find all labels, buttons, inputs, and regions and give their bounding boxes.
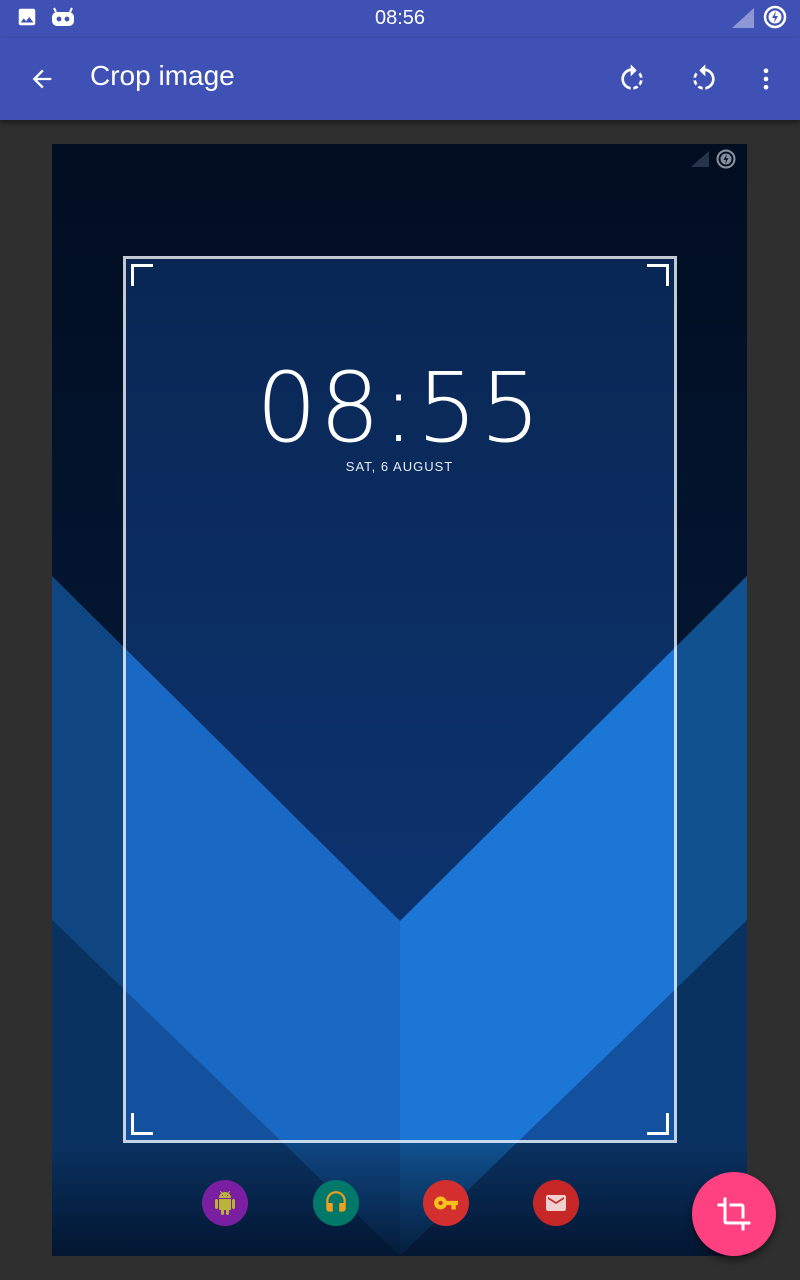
crop-handle-bottom-left[interactable] [131, 1113, 153, 1135]
back-button[interactable] [22, 59, 62, 99]
status-clock: 08:56 [374, 7, 426, 29]
rotate-right-button[interactable] [612, 59, 652, 99]
battery-charging-icon [762, 4, 788, 34]
signal-icon [691, 151, 709, 171]
battery-charging-icon [715, 148, 737, 174]
signal-icon [732, 8, 754, 32]
image-status-icons [691, 148, 737, 174]
crop-frame[interactable] [123, 256, 677, 1143]
crop-icon [717, 1197, 751, 1231]
app-bar: Crop image [0, 38, 800, 120]
rotate-right-icon [621, 64, 643, 90]
crop-handle-top-right[interactable] [647, 264, 669, 286]
dock-app-key [423, 1180, 469, 1226]
android-icon [215, 1191, 235, 1215]
headphones-icon [326, 1191, 346, 1212]
dock-app-mail [533, 1180, 579, 1226]
crop-confirm-button[interactable] [692, 1172, 776, 1256]
mail-icon [546, 1195, 566, 1211]
more-options-button[interactable] [746, 59, 786, 99]
crop-handle-top-left[interactable] [131, 264, 153, 286]
rotate-left-icon [693, 64, 715, 90]
page-title: Crop image [90, 60, 235, 91]
crop-handle-bottom-right[interactable] [647, 1113, 669, 1135]
key-icon [434, 1196, 458, 1210]
rotate-left-button[interactable] [684, 59, 724, 99]
dock-app-music [313, 1180, 359, 1226]
more-vert-icon [763, 68, 769, 90]
arrow-back-icon [32, 69, 52, 89]
dock-app-android [202, 1170, 258, 1226]
status-bar: 08:56 [0, 0, 800, 38]
